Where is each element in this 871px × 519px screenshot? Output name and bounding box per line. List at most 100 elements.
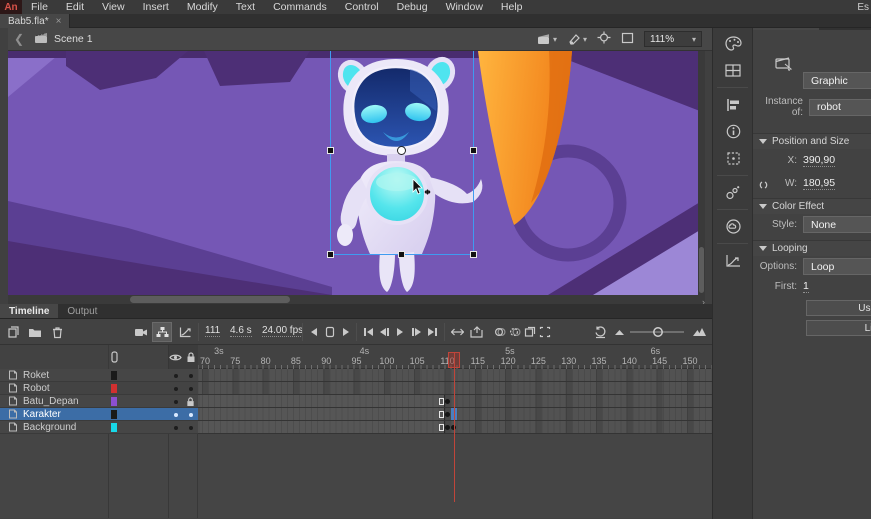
menu-edit[interactable]: Edit xyxy=(57,0,93,14)
layer-row-robot[interactable]: Robot xyxy=(0,382,198,395)
frames-row-background[interactable] xyxy=(198,421,712,434)
layer-lock-dot[interactable] xyxy=(189,387,193,391)
camera-button[interactable] xyxy=(132,319,150,345)
layer-outline-color-swatch[interactable] xyxy=(111,397,117,406)
tab-output[interactable]: Output xyxy=(58,304,106,318)
edit-scene-button[interactable]: ▾ xyxy=(537,33,557,46)
document-tab[interactable]: Bab5.fla* × xyxy=(0,14,70,28)
selection-handle[interactable] xyxy=(470,251,477,258)
frames-row-karakter[interactable] xyxy=(198,408,712,421)
export-movie-button[interactable] xyxy=(468,319,486,345)
scene-breadcrumb[interactable]: Scene 1 xyxy=(54,33,93,45)
scrollbar-thumb[interactable] xyxy=(130,296,290,303)
layer-row-background[interactable]: Background xyxy=(0,421,198,434)
workspace-switcher[interactable]: Es xyxy=(857,2,871,13)
transform-panel-icon[interactable] xyxy=(713,145,753,172)
frames-row-robot[interactable] xyxy=(198,382,712,395)
layer-visibility-dot[interactable] xyxy=(174,400,178,404)
frame-span[interactable] xyxy=(198,421,445,433)
keyframe-dot[interactable] xyxy=(445,425,450,430)
play-button[interactable] xyxy=(392,319,408,345)
layer-lock-dot[interactable] xyxy=(189,413,193,417)
keyframe-dot[interactable] xyxy=(445,412,450,417)
use-frame-picker-button[interactable]: Use Fra xyxy=(806,300,871,316)
layer-visibility-dot[interactable] xyxy=(174,426,178,430)
stage-vertical-scrollbar[interactable] xyxy=(698,51,705,295)
reset-timeline-zoom-button[interactable] xyxy=(592,319,608,345)
keyframe-dot[interactable] xyxy=(445,399,450,404)
brush-library-panel-icon[interactable] xyxy=(713,179,753,206)
selection-handle[interactable] xyxy=(398,251,405,258)
new-layer-button[interactable] xyxy=(4,319,22,345)
center-stage-button[interactable] xyxy=(597,31,611,47)
symbol-type-dropdown[interactable]: Graphic xyxy=(803,72,871,89)
step-back-button[interactable] xyxy=(306,319,322,345)
clip-content-button[interactable] xyxy=(621,32,634,47)
back-arrow-icon[interactable]: ❮ xyxy=(8,32,30,46)
go-to-first-frame-button[interactable] xyxy=(360,319,376,345)
layer-lock-dot[interactable] xyxy=(189,374,193,378)
loop-options-dropdown[interactable]: Loop xyxy=(803,258,871,275)
frames-row-roket[interactable] xyxy=(198,369,712,382)
layer-outline-color-swatch[interactable] xyxy=(111,410,117,419)
center-frame-button[interactable] xyxy=(448,319,466,345)
selection-handle[interactable] xyxy=(327,251,334,258)
color-panel-icon[interactable] xyxy=(713,30,753,57)
stage-zoom-dropdown[interactable]: 111% ▾ xyxy=(644,31,702,47)
style-dropdown[interactable]: None xyxy=(803,216,871,233)
timeline-zoom-slider[interactable] xyxy=(628,319,686,345)
section-position-and-size[interactable]: Position and Size xyxy=(753,133,871,149)
menu-insert[interactable]: Insert xyxy=(134,0,178,14)
menu-debug[interactable]: Debug xyxy=(388,0,437,14)
new-folder-button[interactable] xyxy=(26,319,44,345)
lip-syncing-button[interactable]: Lip S xyxy=(806,320,871,336)
playhead-line[interactable] xyxy=(454,352,455,502)
timeline-zoom-in-icon[interactable] xyxy=(690,319,708,345)
frame-span-end-marker[interactable] xyxy=(439,398,444,405)
section-color-effect[interactable]: Color Effect xyxy=(753,198,871,214)
previous-keyframe-button[interactable] xyxy=(376,319,392,345)
scrollbar-thumb[interactable] xyxy=(699,247,704,293)
stage-viewport[interactable]: › xyxy=(8,51,705,304)
swatches-panel-icon[interactable] xyxy=(713,57,753,84)
layer-parenting-toggle[interactable] xyxy=(152,322,172,342)
edit-multiple-frames-button[interactable] xyxy=(522,319,537,345)
layer-lock-dot[interactable] xyxy=(189,426,193,430)
menu-view[interactable]: View xyxy=(93,0,134,14)
stage-horizontal-scrollbar[interactable] xyxy=(8,295,705,304)
frames-row-batu_depan[interactable] xyxy=(198,395,712,408)
lock-column-icon[interactable] xyxy=(186,352,196,363)
next-keyframe-button[interactable] xyxy=(408,319,424,345)
edit-symbols-button[interactable]: ▾ xyxy=(567,33,587,46)
w-value-field[interactable]: 180,95 xyxy=(803,177,835,190)
layer-visibility-dot[interactable] xyxy=(174,413,178,417)
frame-span-end-marker[interactable] xyxy=(439,424,444,431)
app-logo-icon[interactable]: An xyxy=(0,0,22,14)
layer-outline-color-swatch[interactable] xyxy=(111,423,117,432)
selection-handle[interactable] xyxy=(470,147,477,154)
frame-span[interactable] xyxy=(198,408,445,420)
menu-help[interactable]: Help xyxy=(492,0,532,14)
layer-locked-icon[interactable] xyxy=(186,397,195,407)
tab-timeline[interactable]: Timeline xyxy=(0,304,58,318)
frame-span[interactable] xyxy=(198,395,445,407)
selection-handle[interactable] xyxy=(327,147,334,154)
section-looping[interactable]: Looping xyxy=(753,240,871,256)
layer-outline-color-swatch[interactable] xyxy=(111,371,117,380)
onion-skin-outlines-button[interactable] xyxy=(507,319,522,345)
visibility-column-icon[interactable] xyxy=(169,353,182,362)
layer-row-batu_depan[interactable]: Batu_Depan xyxy=(0,395,198,408)
layer-row-roket[interactable]: Roket xyxy=(0,369,198,382)
menu-window[interactable]: Window xyxy=(437,0,492,14)
layer-outline-color-swatch[interactable] xyxy=(111,384,117,393)
menu-commands[interactable]: Commands xyxy=(264,0,336,14)
cc-libraries-panel-icon[interactable] xyxy=(713,213,753,240)
current-frame-field[interactable]: 111 xyxy=(205,325,220,337)
outline-color-column-icon[interactable] xyxy=(111,351,118,363)
menu-file[interactable]: File xyxy=(22,0,57,14)
align-panel-icon[interactable] xyxy=(713,91,753,118)
transform-origin-point[interactable] xyxy=(397,146,406,155)
delete-layer-button[interactable] xyxy=(48,319,66,345)
step-forward-button[interactable] xyxy=(338,319,354,345)
show-tween-graph-button[interactable] xyxy=(176,319,194,345)
